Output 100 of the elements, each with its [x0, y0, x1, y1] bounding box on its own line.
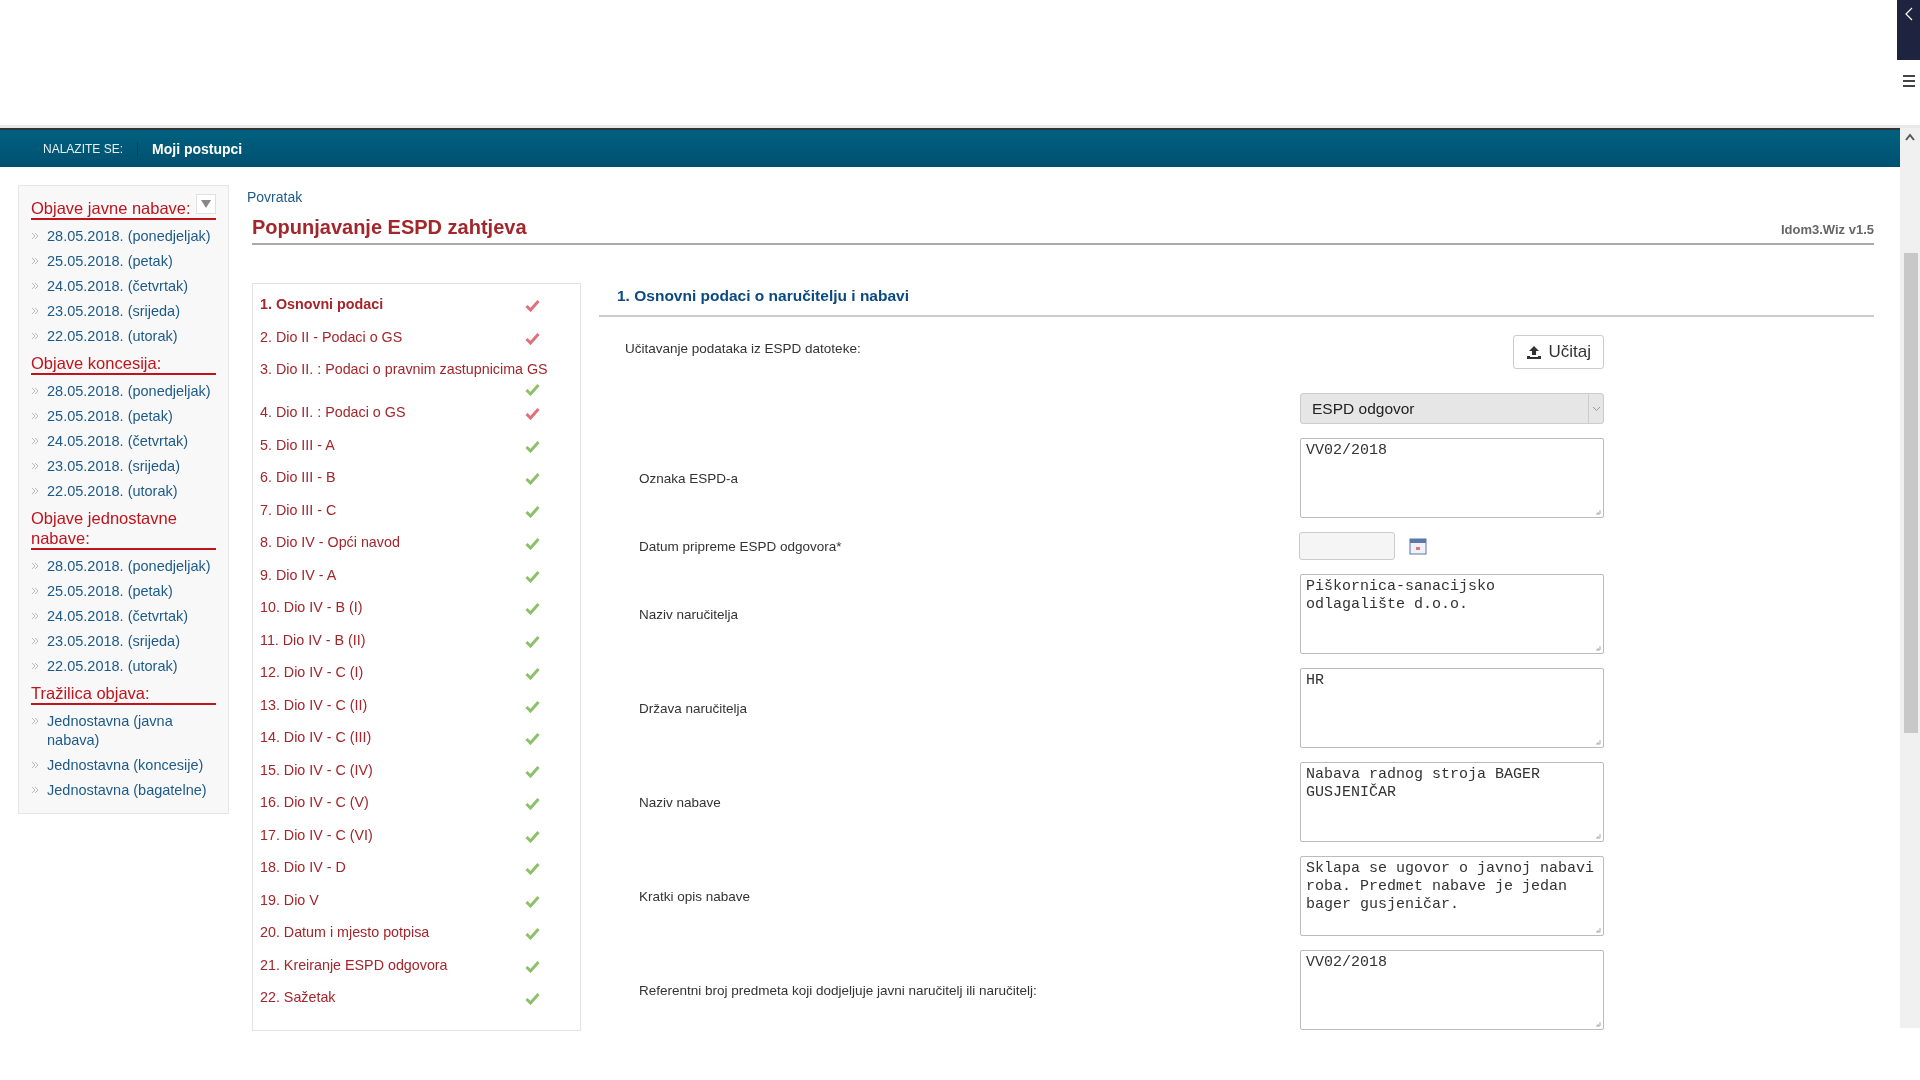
step-link[interactable]: 5. Dio III - A	[260, 434, 335, 455]
step-link[interactable]: 6. Dio III - B	[260, 467, 336, 487]
field-label: Oznaka ESPD-a	[639, 470, 739, 486]
chevron-down-icon	[1591, 405, 1601, 412]
step-link[interactable]: 10. Dio IV - B (I)	[260, 597, 363, 617]
step-link[interactable]: 8. Dio IV - Opći navod	[260, 532, 400, 552]
section-title: Tražilica objava:	[31, 683, 150, 703]
step-link[interactable]: 16. Dio IV - C (V)	[260, 792, 369, 812]
sidebar-link[interactable]: 22.05.2018. (utorak)	[47, 327, 178, 346]
step-link[interactable]: 3. Dio II. : Podaci o pravnim zastupnicima GS	[260, 359, 548, 379]
dropdown[interactable]: ESPD odgovor	[1300, 393, 1604, 424]
sidebar-link[interactable]: 25.05.2018. (petak)	[47, 252, 173, 271]
sidebar-link[interactable]: Jednostavna (javna nabava)	[47, 712, 216, 750]
field-label: Država naručitelja	[639, 700, 748, 716]
text-area[interactable]: Sklapa se ugovor o javnoj nabavi roba. Predmet nabave je jedan bager gusjeničar.	[1300, 856, 1604, 936]
sidebar-link[interactable]: 24.05.2018. (četvrtak)	[47, 607, 189, 626]
sidebar-link[interactable]: 24.05.2018. (četvrtak)	[47, 277, 189, 296]
sidebar-link[interactable]: 25.05.2018. (petak)	[47, 582, 173, 601]
field-label: Naziv nabave	[639, 794, 721, 810]
section-title: Objave javne nabave:	[31, 198, 191, 218]
double-chevron-icon	[31, 437, 39, 445]
step-link[interactable]: 21. Kreiranje ESPD odgovora	[260, 954, 448, 975]
form-heading: 1. Osnovni podaci o naručitelju i nabavi	[599, 283, 1874, 317]
double-chevron-icon	[31, 761, 39, 769]
upload-icon	[1526, 344, 1543, 360]
page-title: Popunjavanje ESPD zahtjeva	[252, 216, 527, 239]
sidebar-link[interactable]: 28.05.2018. (ponedjeljak)	[47, 557, 211, 576]
double-chevron-icon	[31, 662, 39, 670]
chevron-icon[interactable]	[1904, 7, 1914, 21]
version-label: Idom3.Wiz v1.5	[1780, 222, 1874, 237]
double-chevron-icon	[31, 282, 39, 290]
double-chevron-icon	[31, 637, 39, 645]
sidebar-link[interactable]: 28.05.2018. (ponedjeljak)	[47, 382, 211, 401]
resize-grip-icon[interactable]	[1595, 509, 1601, 515]
text-area[interactable]: VV02/2018	[1300, 950, 1604, 1030]
sidebar-link[interactable]: 22.05.2018. (utorak)	[47, 482, 178, 501]
text-area[interactable]: Nabava radnog stroja BAGER GUSJENIČAR	[1300, 762, 1604, 842]
sidebar-link[interactable]: 25.05.2018. (petak)	[47, 407, 173, 426]
double-chevron-icon	[31, 487, 39, 495]
field-label: Učitavanje podataka iz ESPD datoteke:	[625, 340, 861, 356]
sidebar-link[interactable]: 24.05.2018. (četvrtak)	[47, 432, 189, 451]
field-label: Datum pripreme ESPD odgovora*	[639, 538, 842, 554]
double-chevron-icon	[31, 232, 39, 240]
sidebar-link[interactable]: 23.05.2018. (srijeda)	[47, 632, 180, 651]
text-area[interactable]: VV02/2018	[1300, 438, 1604, 518]
step-link[interactable]: 1. Osnovni podaci	[260, 294, 384, 314]
resize-grip-icon[interactable]	[1595, 833, 1601, 839]
step-link[interactable]: 9. Dio IV - A	[260, 564, 337, 585]
step-link[interactable]: 17. Dio IV - C (VI)	[260, 824, 373, 845]
sidebar-link[interactable]: Jednostavna (bagatelne)	[47, 781, 207, 800]
field-label: Kratki opis nabave	[639, 888, 751, 904]
scrollbar-thumb[interactable]	[1904, 253, 1918, 733]
section-title: Objave koncesija:	[31, 353, 162, 373]
scrollbar[interactable]	[1900, 128, 1920, 1028]
double-chevron-icon	[31, 332, 39, 340]
section-title: Objave jednostavne nabave:	[31, 508, 178, 548]
double-chevron-icon	[31, 717, 39, 725]
step-link[interactable]: 12. Dio IV - C (I)	[260, 662, 364, 682]
double-chevron-icon	[31, 786, 39, 794]
triangle-down-icon	[200, 199, 212, 209]
sidebar-link[interactable]: 22.05.2018. (utorak)	[47, 657, 178, 676]
calendar-icon[interactable]	[1409, 537, 1427, 555]
step-link[interactable]: 4. Dio II. : Podaci o GS	[260, 402, 406, 422]
step-link[interactable]: 15. Dio IV - C (IV)	[260, 759, 373, 780]
upload-button[interactable]: Učitaj	[1513, 335, 1604, 369]
step-link[interactable]: 7. Dio III - C	[260, 499, 337, 520]
collapse-button[interactable]	[196, 194, 216, 214]
resize-grip-icon[interactable]	[1595, 739, 1601, 745]
text-area[interactable]: HR	[1300, 668, 1604, 748]
step-link[interactable]: 20. Datum i mjesto potpisa	[260, 922, 430, 942]
scroll-up-icon[interactable]	[1905, 133, 1915, 141]
sidebar-link[interactable]: 23.05.2018. (srijeda)	[47, 457, 180, 476]
step-link[interactable]: 18. Dio IV - D	[260, 857, 346, 877]
double-chevron-icon	[31, 612, 39, 620]
sidebar-link[interactable]: Jednostavna (koncesije)	[47, 756, 204, 775]
menu-icon[interactable]	[1902, 74, 1916, 88]
step-link[interactable]: 11. Dio IV - B (II)	[260, 629, 366, 650]
resize-grip-icon[interactable]	[1595, 927, 1601, 933]
date-field[interactable]	[1299, 532, 1395, 560]
sidebar-link[interactable]: 23.05.2018. (srijeda)	[47, 302, 180, 321]
step-link[interactable]: 22. Sažetak	[260, 987, 336, 1007]
field-label: Naziv naručitelja	[639, 606, 739, 622]
double-chevron-icon	[31, 257, 39, 265]
double-chevron-icon	[31, 462, 39, 470]
resize-grip-icon[interactable]	[1595, 645, 1601, 651]
double-chevron-icon	[31, 387, 39, 395]
step-link[interactable]: 13. Dio IV - C (II)	[260, 694, 368, 715]
step-link[interactable]: 2. Dio II - Podaci o GS	[260, 326, 403, 347]
double-chevron-icon	[31, 307, 39, 315]
step-link[interactable]: 14. Dio IV - C (III)	[260, 727, 372, 747]
double-chevron-icon	[31, 412, 39, 420]
breadcrumb-current[interactable]: Moji postupci	[138, 140, 243, 157]
step-link[interactable]: 19. Dio V	[260, 889, 319, 910]
double-chevron-icon	[31, 562, 39, 570]
sidebar-link[interactable]: 28.05.2018. (ponedjeljak)	[47, 227, 211, 246]
breadcrumb-label: NALAZITE SE:	[43, 141, 139, 156]
resize-grip-icon[interactable]	[1595, 1021, 1601, 1027]
text-area[interactable]: Piškornica-sanacijsko odlagalište d.o.o.	[1300, 574, 1604, 654]
field-label: Referentni broj predmeta koji dodjeljuje javni naručitelj ili naručitelj:	[639, 982, 1037, 998]
back-link[interactable]: Povratak	[247, 189, 303, 205]
